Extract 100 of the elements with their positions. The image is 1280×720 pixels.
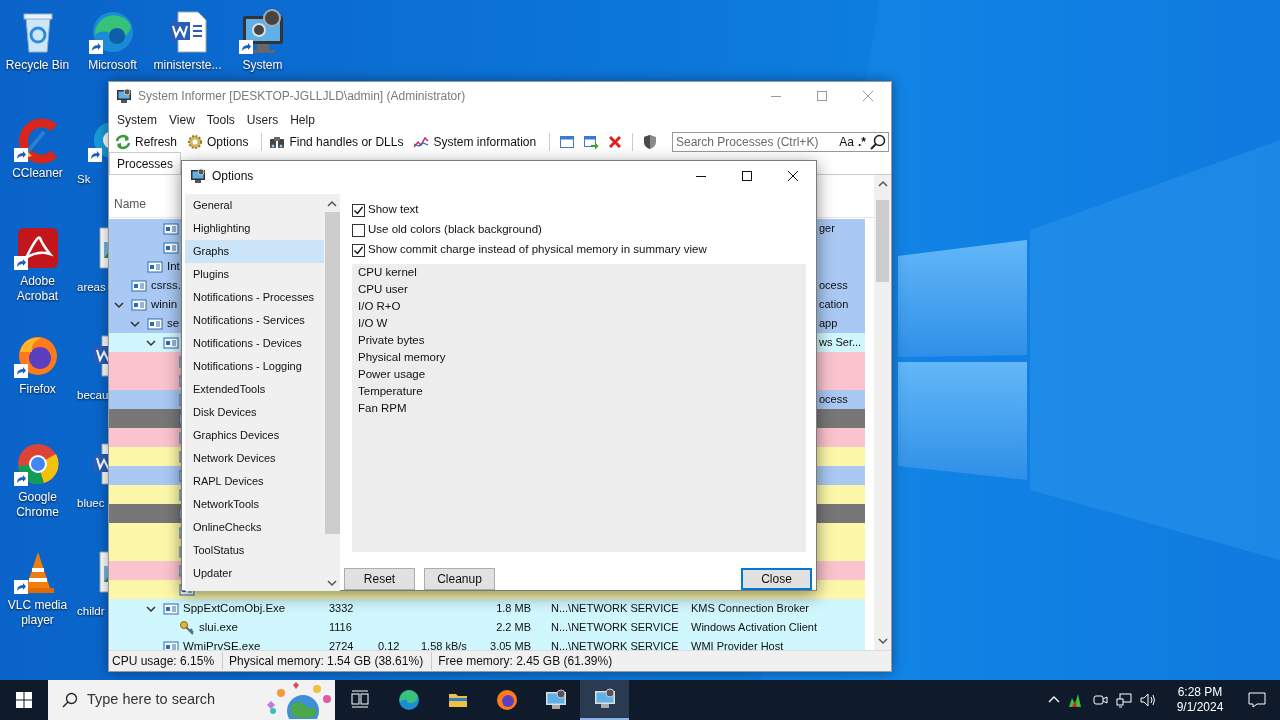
clock-time: 6:28 PM bbox=[1177, 685, 1223, 700]
table-cell-text: KMS Connection Broker bbox=[691, 601, 809, 617]
table-cell-text: Windows Activation Client bbox=[691, 620, 817, 636]
search-box[interactable]: Type here to search bbox=[48, 680, 335, 720]
icon-label: ministerste... bbox=[152, 58, 223, 73]
section-item[interactable]: Notifications - Devices bbox=[185, 332, 324, 355]
icon-label: bluec bbox=[77, 497, 105, 509]
tab[interactable]: Processes bbox=[109, 152, 182, 174]
table-cell-text: csrss. bbox=[151, 277, 182, 293]
menu-item[interactable]: Help bbox=[284, 111, 321, 129]
table-cell-text: 0.12 bbox=[378, 639, 400, 650]
table-cell-text: 1116 bbox=[329, 620, 352, 636]
section-item[interactable]: OnlineChecks bbox=[185, 516, 324, 539]
section-item[interactable]: ToolStatus bbox=[185, 539, 324, 562]
section-item[interactable]: Network Devices bbox=[185, 447, 324, 470]
icon-label: Firefox bbox=[18, 382, 57, 397]
dialog-title: Options bbox=[212, 168, 254, 185]
list-item[interactable]: Private bytes bbox=[358, 332, 800, 349]
checkbox-label: Use old colors (black background) bbox=[368, 222, 542, 238]
table-cell-text: ger bbox=[819, 221, 835, 237]
list-item[interactable]: I/O W bbox=[358, 315, 800, 332]
clock-date: 9/1/2024 bbox=[1176, 700, 1224, 715]
menu-item[interactable]: View bbox=[163, 111, 201, 129]
section-item[interactable]: Updater bbox=[185, 562, 324, 585]
section-item[interactable]: Highlighting bbox=[185, 217, 324, 240]
checkbox-label: Show commit charge instead of physical memory in summary view bbox=[368, 242, 707, 258]
dialog-button[interactable]: Reset bbox=[344, 568, 415, 590]
table-cell-text: cation bbox=[819, 297, 849, 313]
section-item[interactable]: NetworkTools bbox=[185, 493, 324, 516]
section-item[interactable]: ExtendedTools bbox=[185, 378, 324, 401]
toolbar-button[interactable]: Options bbox=[185, 132, 251, 152]
list-item[interactable]: Fan RPM bbox=[358, 400, 800, 417]
list-item[interactable]: Temperature bbox=[358, 383, 800, 400]
toolbar-button[interactable]: Find handles or DLLs bbox=[267, 132, 406, 152]
status-text: Free memory: 2.45 GB (61.39%) bbox=[437, 653, 614, 670]
menu-item[interactable]: System bbox=[111, 111, 163, 129]
process-row[interactable]: SppExtComObj.Exe 3332 1.8 MB N...\NETWORK SERVICE KMS Connection Broker bbox=[109, 599, 865, 618]
table-cell-text: winin bbox=[151, 296, 178, 312]
icon-label: System bbox=[241, 58, 284, 73]
column-header[interactable]: Name bbox=[114, 195, 146, 213]
icon-label: Sk bbox=[77, 173, 91, 185]
icon-label: Adobe Acrobat bbox=[15, 274, 60, 304]
icon-label: Google Chrome bbox=[15, 490, 60, 520]
list-item[interactable]: I/O R+O bbox=[358, 298, 800, 315]
status-text: Physical memory: 1.54 GB (38.61%) bbox=[226, 652, 433, 670]
table-cell-text: se bbox=[167, 315, 180, 331]
section-item[interactable]: Notifications - Logging bbox=[185, 355, 324, 378]
match-case-toggle[interactable]: Aa bbox=[837, 133, 856, 151]
table-cell-text: N...\NETWORK SERVICE bbox=[551, 639, 679, 650]
icon-label: Recycle Bin bbox=[4, 58, 71, 73]
section-item[interactable]: Graphs bbox=[185, 240, 324, 263]
window-title: System Informer [DESKTOP-JGLLJLD\admin] (Administrator) bbox=[138, 87, 466, 105]
toolbar-button[interactable]: Refresh bbox=[113, 132, 180, 152]
table-cell-text: slui.exe bbox=[199, 619, 238, 635]
icon-label: VLC media player bbox=[6, 598, 69, 628]
table-cell-text: 3332 bbox=[329, 601, 354, 617]
regex-toggle[interactable]: .* bbox=[856, 133, 868, 151]
icon-label: CCleaner bbox=[11, 166, 64, 181]
list-item[interactable]: Power usage bbox=[358, 366, 800, 383]
table-cell-text: N...\NETWORK SERVICE bbox=[551, 620, 679, 636]
table-cell-text: N...\NETWORK SERVICE bbox=[551, 601, 679, 617]
table-cell-text: 1.8 MB bbox=[496, 601, 531, 617]
clock[interactable]: 6:28 PM 9/1/2024 bbox=[1172, 685, 1228, 715]
table-cell-text: 1.58 kB/s bbox=[421, 639, 467, 650]
table-cell-text: Int bbox=[167, 258, 180, 274]
search-field[interactable]: Type here to search bbox=[87, 689, 252, 711]
list-item[interactable]: CPU kernel bbox=[358, 264, 800, 281]
table-cell-text: WMI Provider Host bbox=[691, 639, 784, 650]
icon-label: childr bbox=[77, 605, 105, 617]
table-cell-text: ocess bbox=[819, 392, 848, 408]
list-item[interactable]: CPU user bbox=[358, 281, 800, 298]
menu-item[interactable]: Users bbox=[240, 111, 285, 129]
section-item[interactable]: Plugins bbox=[185, 263, 324, 286]
table-cell-text: 2.2 MB bbox=[496, 620, 531, 636]
toolbar-button[interactable]: System information bbox=[411, 132, 539, 152]
table-cell-text: 3.05 MB bbox=[490, 639, 531, 650]
process-row[interactable]: slui.exe 1116 2.2 MB N...\NETWORK SERVICE Windows Activation Client bbox=[109, 618, 865, 637]
section-item[interactable]: General bbox=[185, 194, 324, 217]
section-item[interactable]: Graphics Devices bbox=[185, 424, 324, 447]
process-row[interactable]: WmiPrvSE.exe 2724 0.12 1.58 kB/s 3.05 MB N...\NETWORK SERVICE WMI Provider Host bbox=[109, 637, 865, 650]
status-text: CPU usage: 6.15% bbox=[109, 652, 224, 670]
table-cell-text: ws Ser... bbox=[819, 335, 862, 351]
search-box[interactable]: Search Processes (Ctrl+K) Aa .* bbox=[672, 132, 889, 152]
section-item[interactable]: Notifications - Services bbox=[185, 309, 324, 332]
icon-label: becau bbox=[77, 389, 109, 401]
section-item[interactable]: RAPL Devices bbox=[185, 470, 324, 493]
table-cell-text: SppExtComObj.Exe bbox=[183, 600, 286, 616]
table-cell-text: ocess bbox=[819, 278, 848, 294]
list-item[interactable]: Physical memory bbox=[358, 349, 800, 366]
table-cell-text: app bbox=[819, 316, 838, 332]
icon-label: Microsoft bbox=[87, 58, 138, 73]
table-cell-text: WmiPrvSE.exe bbox=[183, 638, 261, 650]
icon-label: areas bbox=[77, 281, 106, 293]
section-item[interactable]: Notifications - Processes bbox=[185, 286, 324, 309]
dialog-button[interactable]: Close bbox=[741, 568, 812, 590]
table-cell-text: 2724 bbox=[329, 639, 354, 650]
section-item[interactable]: Disk Devices bbox=[185, 401, 324, 424]
menu-item[interactable]: Tools bbox=[200, 111, 241, 129]
search-field[interactable]: Search Processes (Ctrl+K) bbox=[673, 133, 838, 151]
dialog-button[interactable]: Cleanup bbox=[424, 568, 495, 590]
